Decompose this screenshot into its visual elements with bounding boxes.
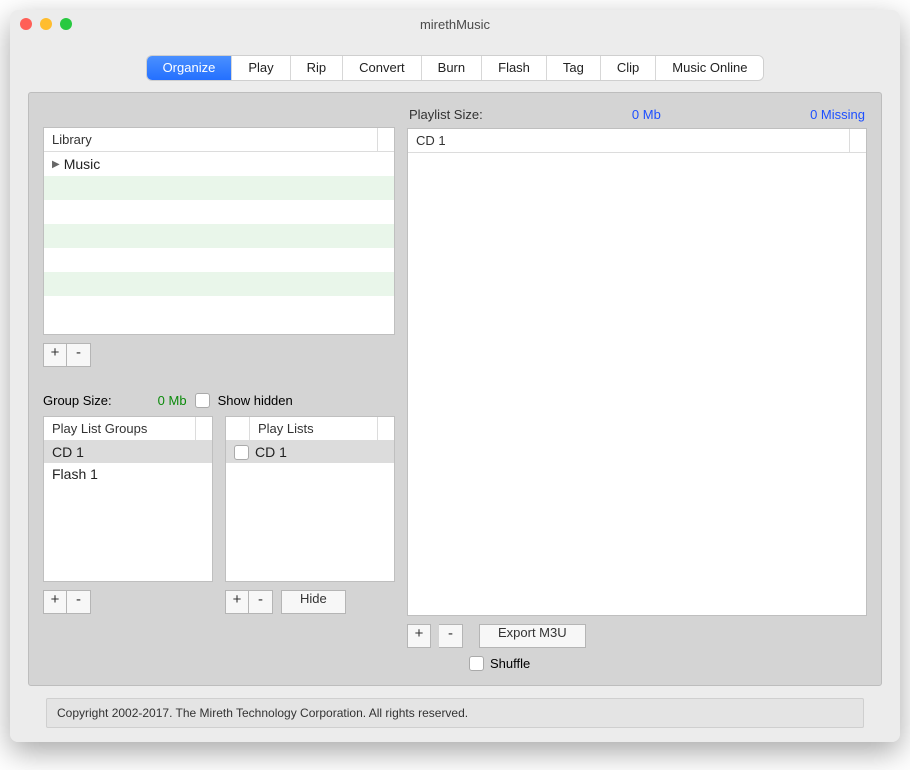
tab-rip[interactable]: Rip xyxy=(291,56,344,80)
tab-organize[interactable]: Organize xyxy=(147,56,233,80)
library-remove-button[interactable]: - xyxy=(67,343,91,367)
maximize-icon[interactable] xyxy=(60,18,72,30)
tracks-header: CD 1 xyxy=(408,129,850,153)
group-size-label: Group Size: xyxy=(43,393,112,408)
export-m3u-button[interactable]: Export M3U xyxy=(479,624,586,648)
footer-copyright: Copyright 2002-2017. The Mireth Technolo… xyxy=(46,698,864,728)
playlist-size-label: Playlist Size: xyxy=(409,107,483,122)
disclosure-icon[interactable]: ▶ xyxy=(52,159,60,170)
library-header-spacer xyxy=(378,128,394,152)
playlists-header: Play Lists xyxy=(250,417,378,441)
playlist-groups-list[interactable]: Play List Groups CD 1Flash 1 xyxy=(43,416,213,582)
tab-bar: OrganizePlayRipConvertBurnFlashTagClipMu… xyxy=(28,56,882,80)
library-add-button[interactable]: + xyxy=(43,343,67,367)
tab-convert[interactable]: Convert xyxy=(343,56,422,80)
playlist-item-checkbox[interactable] xyxy=(234,445,249,460)
tab-tag[interactable]: Tag xyxy=(547,56,601,80)
playlist-group-item[interactable]: CD 1 xyxy=(44,441,212,463)
library-item[interactable]: ▶Music xyxy=(44,152,394,176)
group-size-value: 0 Mb xyxy=(158,393,187,408)
shuffle-label: Shuffle xyxy=(490,656,530,671)
groups-add-button[interactable]: + xyxy=(43,590,67,614)
groups-remove-button[interactable]: - xyxy=(67,590,91,614)
show-hidden-label: Show hidden xyxy=(218,393,293,408)
tracks-add-button[interactable]: + xyxy=(407,624,431,648)
tab-music-online[interactable]: Music Online xyxy=(656,56,763,80)
playlists-list[interactable]: Play Lists CD 1 xyxy=(225,416,395,582)
app-window: mirethMusic OrganizePlayRipConvertBurnFl… xyxy=(10,10,900,742)
tracks-list[interactable]: CD 1 xyxy=(407,128,867,616)
tab-play[interactable]: Play xyxy=(232,56,290,80)
playlist-group-item[interactable]: Flash 1 xyxy=(44,463,212,485)
playlist-item[interactable]: CD 1 xyxy=(226,441,394,463)
show-hidden-checkbox[interactable] xyxy=(195,393,210,408)
library-list[interactable]: Library ▶Music xyxy=(43,127,395,335)
playlist-groups-header: Play List Groups xyxy=(44,417,196,441)
playlists-add-button[interactable]: + xyxy=(225,590,249,614)
hide-button[interactable]: Hide xyxy=(281,590,346,614)
tab-clip[interactable]: Clip xyxy=(601,56,656,80)
close-icon[interactable] xyxy=(20,18,32,30)
tracks-remove-button[interactable]: - xyxy=(439,624,463,648)
playlist-missing-value: 0 Missing xyxy=(810,107,865,122)
playlists-remove-button[interactable]: - xyxy=(249,590,273,614)
shuffle-checkbox[interactable] xyxy=(469,656,484,671)
playlist-size-value: 0 Mb xyxy=(632,107,661,122)
titlebar: mirethMusic xyxy=(10,10,900,38)
minimize-icon[interactable] xyxy=(40,18,52,30)
tab-flash[interactable]: Flash xyxy=(482,56,547,80)
window-title: mirethMusic xyxy=(20,17,890,32)
library-header: Library xyxy=(44,128,378,152)
tab-burn[interactable]: Burn xyxy=(422,56,482,80)
